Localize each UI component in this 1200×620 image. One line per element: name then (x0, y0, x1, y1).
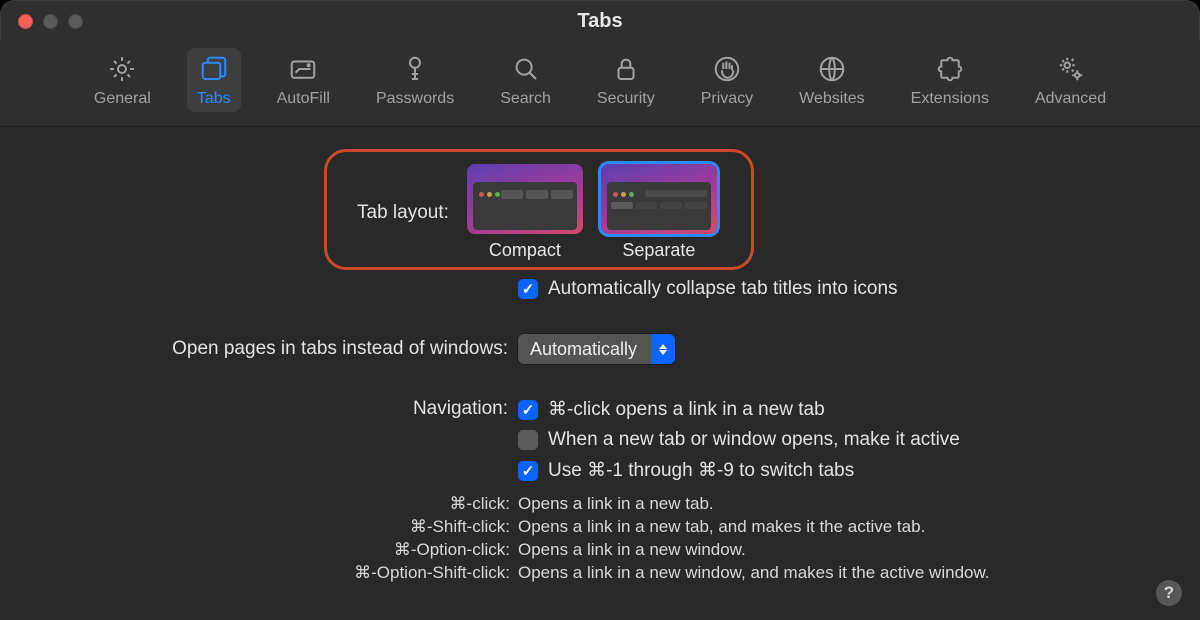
toolbar-item-privacy[interactable]: Privacy (691, 48, 763, 112)
note-value: Opens a link in a new tab. (518, 492, 1172, 515)
toolbar-item-label: AutoFill (277, 90, 330, 108)
note-key: ⌘-Option-Shift-click: (28, 561, 518, 584)
toolbar-item-advanced[interactable]: Advanced (1025, 48, 1116, 112)
tab-layout-thumb-compact (467, 164, 583, 234)
preferences-toolbar: General Tabs AutoFill Passwords Search S… (0, 42, 1200, 127)
toolbar-item-label: Passwords (376, 90, 454, 108)
tabs-pane: Tab layout: Compact Separate (0, 127, 1200, 620)
toolbar-item-label: Extensions (911, 90, 989, 108)
open-pages-label: Open pages in tabs instead of windows: (28, 338, 518, 360)
toolbar-item-passwords[interactable]: Passwords (366, 48, 464, 112)
puzzle-icon (935, 54, 965, 84)
note-value: Opens a link in a new window, and makes … (518, 561, 1172, 584)
tab-layout-option-separate[interactable]: Separate (601, 164, 717, 261)
search-icon (511, 54, 541, 84)
note-value: Opens a link in a new tab, and makes it … (518, 515, 1172, 538)
titlebar: Tabs (0, 0, 1200, 42)
toolbar-item-label: General (94, 90, 151, 108)
nav-cmd-click-checkbox[interactable] (518, 400, 538, 420)
lock-icon (611, 54, 641, 84)
nav-make-active-checkbox[interactable] (518, 430, 538, 450)
toolbar-item-tabs[interactable]: Tabs (187, 48, 241, 112)
note-key: ⌘-Option-click: (28, 538, 518, 561)
toolbar-item-label: Websites (799, 90, 865, 108)
toolbar-item-label: Search (500, 90, 551, 108)
nav-cmd-click-label: ⌘-click opens a link in a new tab (548, 398, 825, 421)
toolbar-item-extensions[interactable]: Extensions (901, 48, 999, 112)
toolbar-item-general[interactable]: General (84, 48, 161, 112)
tab-layout-highlight: Tab layout: Compact Separate (324, 149, 754, 270)
tabs-icon (199, 54, 229, 84)
toolbar-item-label: Privacy (701, 90, 753, 108)
navigation-label: Navigation: (28, 398, 518, 420)
toolbar-item-label: Tabs (197, 90, 231, 108)
tab-layout-option-label: Separate (622, 240, 695, 261)
help-button[interactable]: ? (1156, 580, 1182, 606)
collapse-titles-label: Automatically collapse tab titles into i… (548, 278, 898, 300)
tab-layout-thumb-separate (601, 164, 717, 234)
shortcut-notes: ⌘-click:Opens a link in a new tab. ⌘-Shi… (28, 492, 1172, 584)
preferences-window: Tabs General Tabs AutoFill Passwords Sea… (0, 0, 1200, 611)
tab-layout-option-label: Compact (489, 240, 561, 261)
globe-icon (817, 54, 847, 84)
toolbar-item-autofill[interactable]: AutoFill (267, 48, 340, 112)
open-pages-value: Automatically (530, 339, 637, 360)
zoom-window-button[interactable] (68, 14, 83, 29)
tab-layout-label: Tab layout: (357, 202, 449, 224)
window-title: Tabs (0, 0, 1200, 42)
pencil-icon (288, 54, 318, 84)
key-icon (400, 54, 430, 84)
hand-icon (712, 54, 742, 84)
select-arrows-icon (651, 334, 675, 364)
note-key: ⌘-click: (28, 492, 518, 515)
collapse-titles-checkbox[interactable] (518, 279, 538, 299)
toolbar-item-search[interactable]: Search (490, 48, 561, 112)
toolbar-item-websites[interactable]: Websites (789, 48, 875, 112)
open-pages-select[interactable]: Automatically (518, 334, 675, 364)
nav-cmd-number-checkbox[interactable] (518, 461, 538, 481)
gear-icon (107, 54, 137, 84)
tab-layout-option-compact[interactable]: Compact (467, 164, 583, 261)
window-controls (18, 14, 83, 29)
toolbar-item-security[interactable]: Security (587, 48, 665, 112)
note-value: Opens a link in a new window. (518, 538, 1172, 561)
nav-cmd-number-label: Use ⌘-1 through ⌘-9 to switch tabs (548, 459, 854, 482)
toolbar-item-label: Advanced (1035, 90, 1106, 108)
minimize-window-button[interactable] (43, 14, 58, 29)
nav-make-active-label: When a new tab or window opens, make it … (548, 429, 960, 451)
note-key: ⌘-Shift-click: (28, 515, 518, 538)
toolbar-item-label: Security (597, 90, 655, 108)
gears-icon (1056, 54, 1086, 84)
close-window-button[interactable] (18, 14, 33, 29)
